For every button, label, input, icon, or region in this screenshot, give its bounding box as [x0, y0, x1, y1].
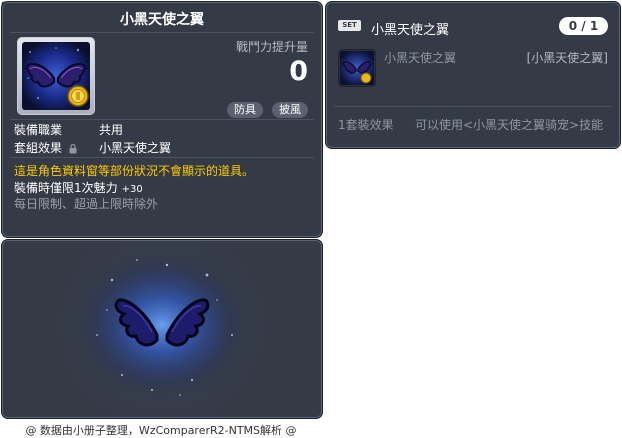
set-item-type: [小黑天使之翼] [526, 51, 608, 65]
description-limit: 每日限制、超過上限時除外 [14, 197, 159, 211]
divider [10, 119, 314, 120]
set-effect-value: 小黑天使之翼 [99, 141, 172, 155]
power-value: 0 [289, 56, 308, 87]
gold-coin-icon [67, 85, 89, 107]
power-label: 戰鬥力提升量 [235, 40, 308, 54]
gold-coin-icon [360, 72, 372, 84]
lock-icon [69, 143, 77, 153]
item-preview [1, 239, 323, 419]
divider [10, 157, 314, 158]
set-row: 套組效果 小黑天使之翼 [14, 139, 171, 156]
set-effect-tier: 1套裝效果 [338, 118, 394, 132]
job-value: 共用 [99, 123, 124, 137]
tag-armor: 防具 [227, 102, 263, 118]
description-charm-bonus: +30 [121, 184, 143, 195]
description-warning: 這是角色資料窗等部份狀況不會顯示的道具。 [14, 164, 255, 178]
set-badge: SET [338, 20, 361, 31]
item-tooltip: 小黑天使之翼 戰鬥力提升量 0 防具 披風 裝備職業 共用 套組效果 小黑天使之… [1, 1, 323, 238]
set-tooltip: SET 小黑天使之翼 0 / 1 小黑天使之翼 [小黑天使之翼] 1套裝效果 可… [325, 1, 621, 149]
tag-cape: 披風 [272, 102, 308, 118]
set-title: 小黑天使之翼 [371, 23, 450, 38]
set-item-name: 小黑天使之翼 [384, 51, 457, 65]
divider [10, 32, 314, 33]
job-label: 裝備職業 [14, 123, 63, 137]
set-effect-description: 可以使用<小黑天使之翼骑宠>技能 [415, 118, 604, 132]
description-charm: 裝備時僅限1次魅力 +30 [14, 179, 143, 196]
footer-credit: @ 数据由小册子整理，WzComparerR2-NTMS解析 @ [25, 424, 297, 437]
set-item-icon [338, 49, 376, 87]
description-charm-text: 裝備時僅限1次魅力 [14, 181, 118, 195]
set-count: 0 / 1 [559, 17, 608, 35]
set-effect-label: 套組效果 [14, 141, 63, 155]
wings-preview-image [67, 245, 257, 405]
black-angel-wings-icon [340, 51, 374, 85]
item-icon-frame [17, 37, 95, 115]
divider [334, 106, 612, 107]
job-row: 裝備職業 共用 [14, 121, 123, 138]
item-title: 小黑天使之翼 [120, 12, 204, 28]
